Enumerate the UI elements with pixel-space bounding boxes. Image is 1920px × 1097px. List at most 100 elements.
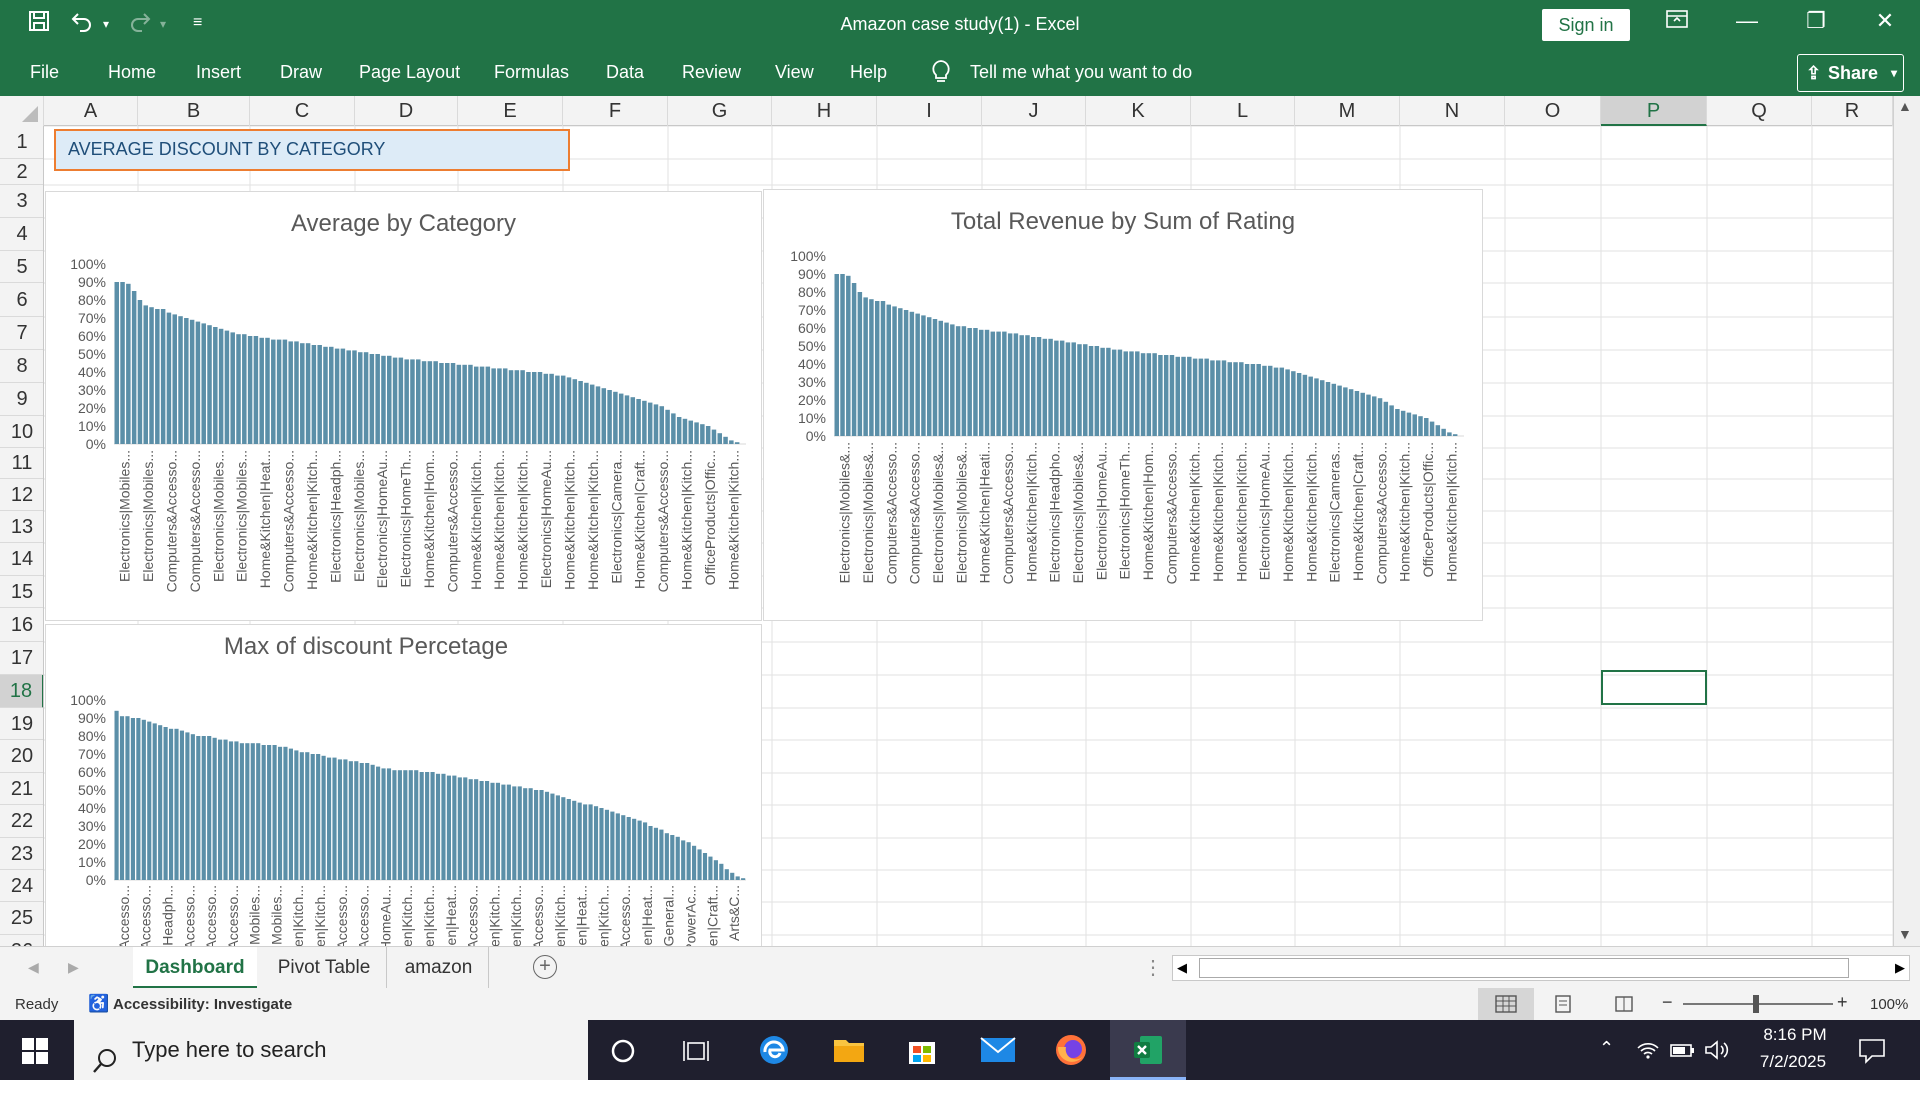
chart-bar[interactable] — [337, 759, 343, 880]
page-layout-view-icon[interactable] — [1553, 994, 1573, 1018]
chart-bar[interactable] — [326, 757, 332, 880]
chart-bar[interactable] — [1106, 347, 1111, 436]
row-header-5[interactable]: 5 — [0, 251, 43, 283]
chart-bar[interactable] — [863, 297, 868, 436]
chart-bar[interactable] — [686, 842, 691, 880]
chart-bar[interactable] — [543, 373, 549, 444]
row-header-26[interactable]: 26 — [0, 935, 43, 946]
column-header-l[interactable]: L — [1191, 96, 1295, 126]
chart-bar[interactable] — [1204, 358, 1209, 436]
chart-bar[interactable] — [566, 799, 571, 880]
chart-bar[interactable] — [136, 718, 141, 880]
chart-bar[interactable] — [311, 345, 317, 444]
chart-bar[interactable] — [245, 743, 250, 880]
chart-bar[interactable] — [973, 328, 978, 436]
chart-bar[interactable] — [305, 752, 310, 880]
zoom-level[interactable]: 100% — [1870, 996, 1908, 1013]
chart-bar[interactable] — [1302, 374, 1308, 436]
chart-bar[interactable] — [713, 860, 718, 880]
chart-bar[interactable] — [555, 795, 560, 880]
chart-bar[interactable] — [294, 750, 299, 880]
column-header-f[interactable]: F — [563, 96, 668, 126]
chart-bar[interactable] — [671, 413, 676, 444]
tab-file[interactable]: File — [30, 62, 59, 83]
accessibility-status[interactable]: Accessibility: Investigate — [113, 996, 292, 1013]
chart-bar[interactable] — [1273, 367, 1279, 436]
chart-bar[interactable] — [160, 309, 166, 444]
chart-bar[interactable] — [1071, 342, 1076, 436]
tab-home[interactable]: Home — [108, 62, 156, 83]
chart-bar[interactable] — [299, 752, 304, 880]
chart-bar[interactable] — [589, 384, 595, 444]
tab-view[interactable]: View — [775, 62, 814, 83]
row-header-13[interactable]: 13 — [0, 511, 43, 543]
chart-bar[interactable] — [310, 754, 315, 880]
row-header-9[interactable]: 9 — [0, 383, 43, 416]
prev-sheet-icon[interactable]: ◀ — [28, 959, 39, 976]
chart-bar[interactable] — [370, 764, 375, 880]
chart-bar[interactable] — [688, 420, 694, 444]
chart-bar[interactable] — [1048, 338, 1053, 436]
chart-bar[interactable] — [636, 399, 641, 444]
chart-bar[interactable] — [316, 754, 321, 880]
chart-bar[interactable] — [1227, 362, 1233, 436]
chart-bar[interactable] — [1111, 349, 1117, 436]
chart-bar[interactable] — [155, 309, 160, 444]
chart-bar[interactable] — [404, 359, 409, 444]
next-sheet-icon[interactable]: ▶ — [68, 959, 79, 976]
chart-bar[interactable] — [549, 373, 554, 444]
notifications-icon[interactable] — [1858, 1036, 1886, 1069]
chart-bar[interactable] — [397, 770, 402, 880]
chart-bar[interactable] — [1244, 364, 1250, 436]
chart-bar[interactable] — [584, 382, 589, 444]
chart-bar[interactable] — [456, 364, 462, 444]
chart-bar[interactable] — [1025, 335, 1030, 436]
zoom-slider-thumb[interactable] — [1753, 995, 1759, 1013]
chart-bar[interactable] — [729, 440, 734, 444]
chart-bar[interactable] — [705, 426, 711, 444]
column-header-g[interactable]: G — [668, 96, 772, 126]
row-header-3[interactable]: 3 — [0, 185, 43, 218]
chart-bar[interactable] — [484, 781, 490, 880]
chart-bar[interactable] — [601, 388, 607, 444]
chart-bar[interactable] — [1383, 401, 1389, 436]
chart-bar[interactable] — [479, 781, 484, 880]
chart-bar[interactable] — [1239, 362, 1244, 436]
chart-bar[interactable] — [520, 370, 525, 444]
chart-bar[interactable] — [648, 826, 653, 880]
column-header-r[interactable]: R — [1812, 96, 1893, 126]
chart-bar[interactable] — [632, 818, 637, 880]
chart-bar[interactable] — [497, 368, 502, 444]
chart-bar[interactable] — [414, 770, 419, 880]
column-header-j[interactable]: J — [982, 96, 1086, 126]
chart-bar[interactable] — [996, 331, 1001, 436]
zoom-out-icon[interactable]: − — [1662, 992, 1673, 1013]
zoom-in-icon[interactable]: + — [1837, 992, 1848, 1013]
chart-bar[interactable] — [1117, 349, 1123, 436]
chart-bar[interactable] — [926, 317, 932, 436]
chart-bar[interactable] — [1435, 425, 1441, 436]
chart-bar[interactable] — [147, 721, 152, 880]
chart-bar[interactable] — [1152, 353, 1157, 436]
row-header-20[interactable]: 20 — [0, 740, 43, 773]
chart-bar[interactable] — [334, 348, 340, 444]
accessibility-icon[interactable]: ♿ — [88, 994, 109, 1014]
chart-bar[interactable] — [1348, 389, 1354, 436]
chart-bar[interactable] — [1412, 414, 1417, 436]
chart-bar[interactable] — [149, 307, 154, 444]
chart-bar[interactable] — [163, 727, 168, 880]
chart-bar[interactable] — [566, 377, 572, 444]
row-header-11[interactable]: 11 — [0, 448, 43, 479]
chart-bar[interactable] — [607, 390, 612, 444]
chart-bar[interactable] — [392, 770, 397, 880]
chart-bar[interactable] — [572, 800, 577, 880]
chart-bar[interactable] — [495, 782, 501, 880]
chart-bar[interactable] — [1331, 383, 1337, 436]
chart-bar[interactable] — [190, 734, 195, 880]
tab-page-layout[interactable]: Page Layout — [359, 62, 460, 83]
share-button[interactable]: ⇪ Share ▾ — [1797, 54, 1904, 92]
chart-bar[interactable] — [114, 282, 119, 444]
column-header-b[interactable]: B — [138, 96, 250, 126]
chart-bar[interactable] — [1158, 355, 1163, 436]
chart-bar[interactable] — [702, 853, 708, 880]
